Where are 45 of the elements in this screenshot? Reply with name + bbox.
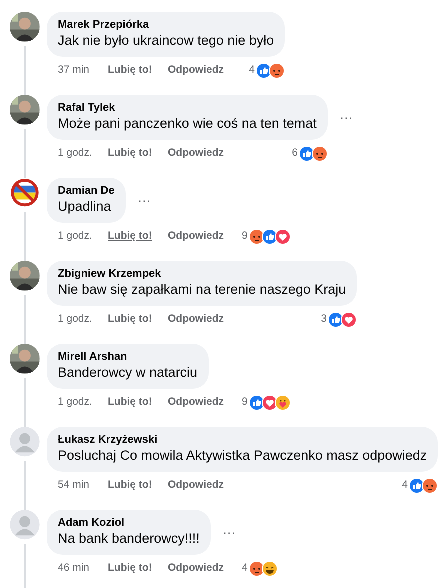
reaction-count: 4	[249, 63, 255, 78]
reaction-count: 9	[242, 395, 248, 410]
more-options-button[interactable]: ···	[126, 190, 163, 210]
author-name: Zbigniew Krzempek	[58, 267, 162, 281]
like-link[interactable]: Lubię to!	[108, 478, 168, 494]
like-link[interactable]: Lubię to!	[108, 395, 168, 411]
reply-link[interactable]: Odpowiedz	[168, 146, 224, 162]
author-name: Rafal Tylek	[58, 101, 116, 115]
author-name: Mirell Arshan	[58, 350, 128, 364]
comment-text: Nie baw się zapałkami na terenie naszego Kraju	[58, 281, 346, 299]
like-link[interactable]: Lubię to!	[108, 229, 168, 245]
timestamp: 1 godz.	[58, 395, 94, 410]
reply-link[interactable]: Odpowiedz	[168, 561, 224, 577]
timestamp: 54 min	[58, 478, 91, 494]
comment-text: Może pani panczenko wie coś na ten temat	[58, 115, 317, 133]
reply-link[interactable]: Odpowiedz	[168, 229, 224, 245]
timestamp: 37 min	[58, 63, 91, 78]
timestamp: 46 min	[58, 561, 91, 576]
reaction-count: 4	[402, 478, 408, 494]
more-options-button[interactable]: ···	[328, 108, 365, 128]
reply-link[interactable]: Odpowiedz	[168, 312, 224, 328]
comment-text: Jak nie było ukraincow tego nie było	[58, 32, 274, 50]
author-name: Marek Przepiórka	[58, 18, 150, 32]
reaction-count: 4	[242, 561, 248, 576]
reaction-count: 9	[242, 229, 248, 244]
comment-text: Na bank banderowcy!!!!	[58, 530, 200, 548]
comment-text: Upadlina	[58, 198, 112, 216]
reply-link[interactable]: Odpowiedz	[168, 395, 224, 411]
like-link[interactable]: Lubię to!	[108, 146, 168, 162]
like-link[interactable]: Lubię to!	[108, 312, 168, 328]
like-link[interactable]: Lubię to!	[108, 561, 168, 577]
comment-text: Posluchaj Co mowila Aktywistka Pawczenko masz odpowiedz	[58, 447, 428, 465]
reaction-count: 6	[292, 146, 298, 162]
comment-text: Banderowcy w natarciu	[58, 364, 198, 382]
timestamp: 1 godz.	[58, 312, 94, 328]
reply-link[interactable]: Odpowiedz	[168, 63, 224, 79]
author-name: Damian De	[58, 184, 115, 198]
author-name: Adam Koziol	[58, 516, 126, 530]
more-options-button[interactable]: ···	[210, 522, 248, 542]
reaction-count: 3	[321, 312, 327, 328]
timestamp: 1 godz.	[58, 146, 94, 162]
like-link[interactable]: Lubię to!	[108, 63, 168, 79]
author-name: Łukasz Krzyżewski	[58, 433, 159, 447]
timestamp: 1 godz.	[58, 229, 94, 244]
reply-link[interactable]: Odpowiedz	[168, 478, 224, 494]
